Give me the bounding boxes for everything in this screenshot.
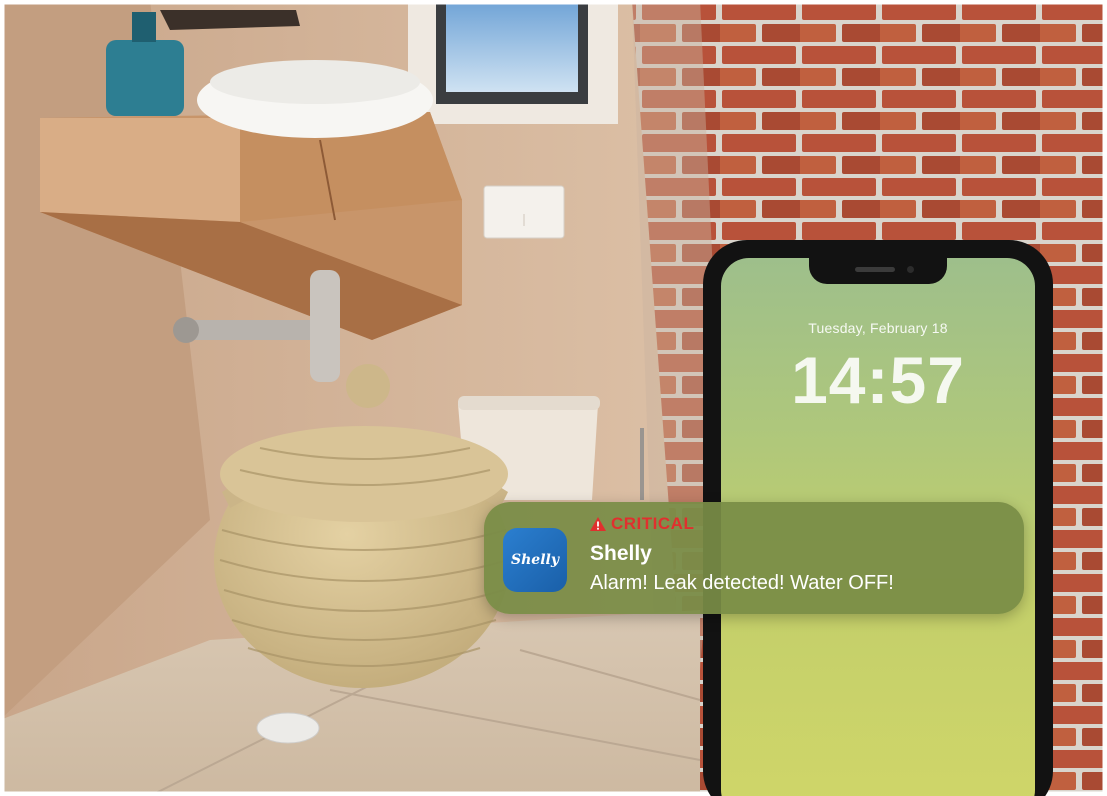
front-camera [907, 266, 914, 273]
notification-level: CRITICAL [590, 514, 694, 534]
critical-notification[interactable]: Shelly CRITICAL Shelly Alarm! Leak detec… [484, 502, 1024, 614]
photo-scene: Tuesday, February 18 14:57 Shelly CRITIC… [0, 0, 1107, 796]
lock-screen-time: 14:57 [791, 343, 965, 417]
notification-message: Alarm! Leak detected! Water OFF! [590, 572, 894, 594]
shelly-logo-text: Shelly [511, 552, 559, 568]
warning-triangle-icon [590, 517, 606, 531]
lock-screen-date: Tuesday, February 18 [808, 320, 948, 336]
critical-label: CRITICAL [611, 514, 695, 533]
phone-notch [809, 258, 947, 284]
shelly-app-icon: Shelly [503, 528, 567, 592]
notification-app-name: Shelly [590, 542, 652, 565]
speaker-grille [855, 267, 895, 272]
